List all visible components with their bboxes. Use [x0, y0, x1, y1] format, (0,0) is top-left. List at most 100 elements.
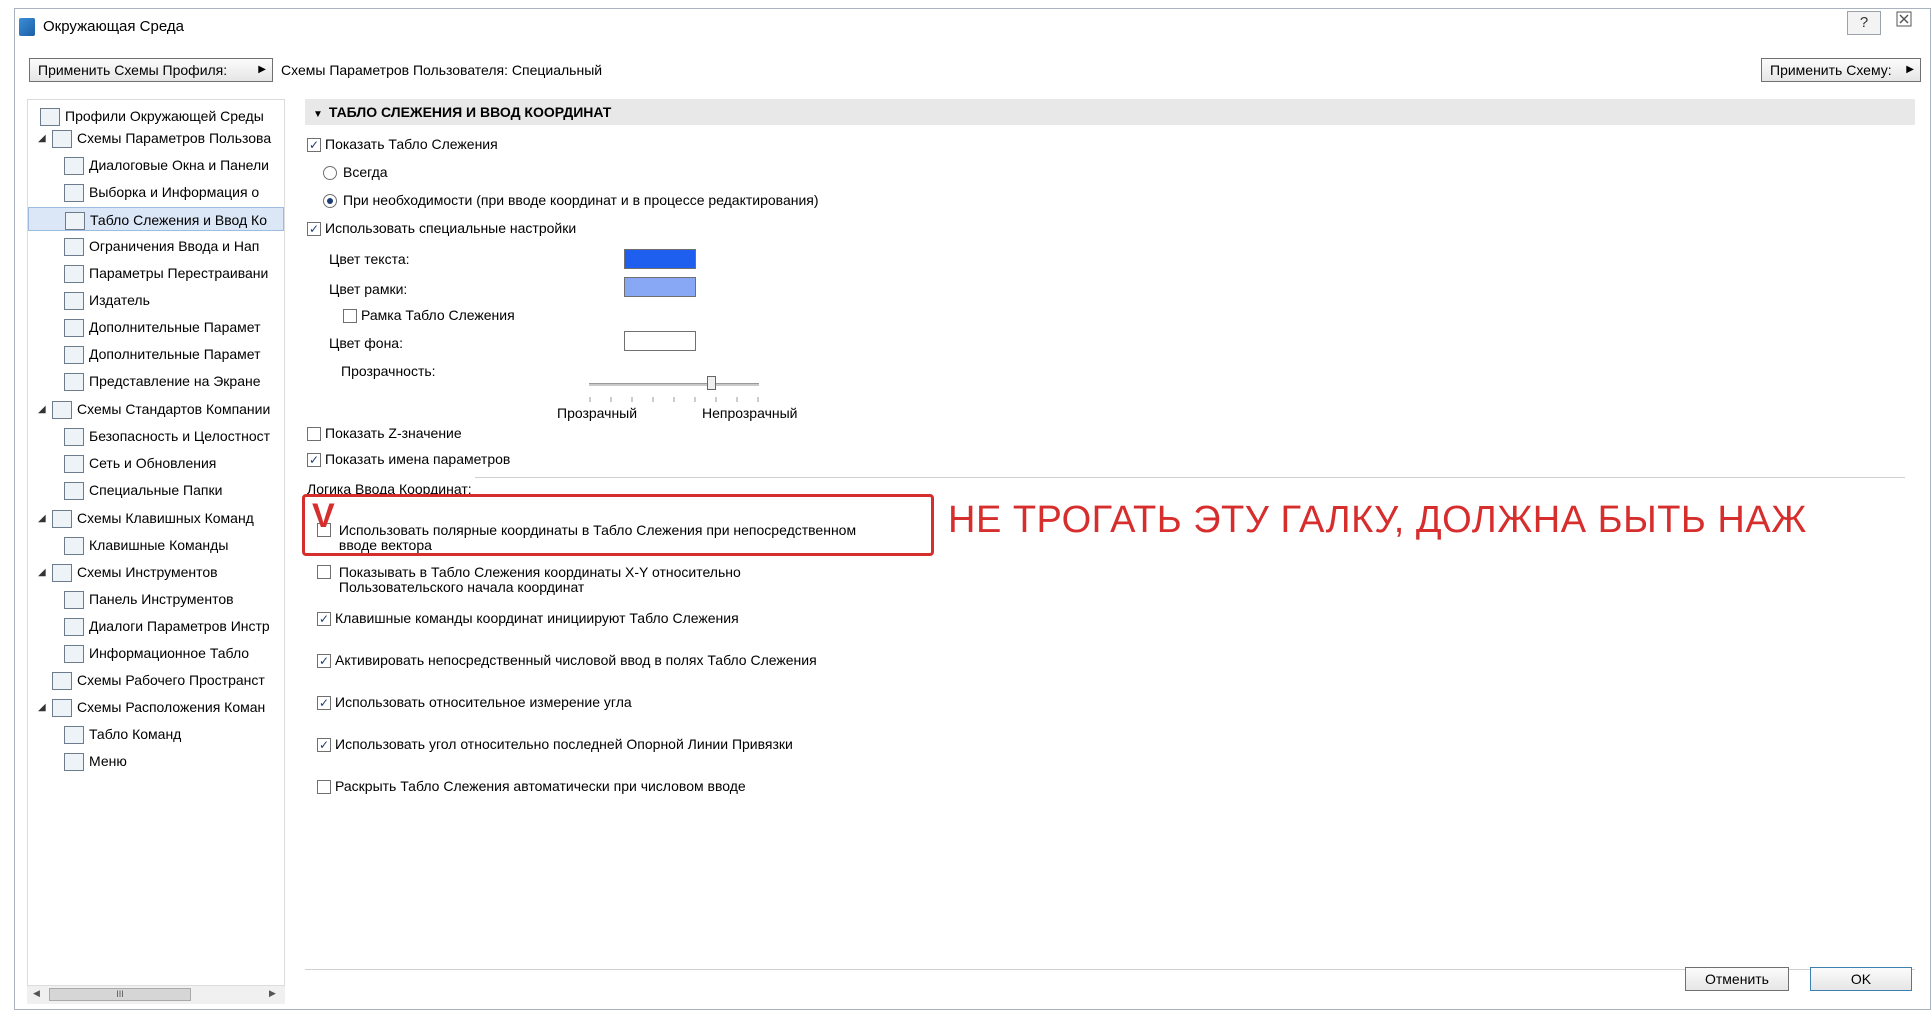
toolbar-icon [64, 591, 84, 610]
tree-item-toolbar[interactable]: Панель Инструментов [64, 587, 234, 611]
shortcut-schemes-icon [52, 510, 72, 529]
dialogs-icon [64, 157, 84, 176]
checkbox-checked[interactable]: ✓ [307, 222, 321, 237]
tree-item-rebuild[interactable]: Параметры Перестраивани [64, 261, 268, 285]
window-title: Окружающая Среда [43, 18, 184, 35]
annotation-box [302, 494, 934, 556]
tree-item-company-schemes[interactable]: Схемы Стандартов Компании [52, 397, 270, 421]
rebuild-icon [64, 265, 84, 284]
checkbox-checked[interactable]: ✓ [317, 738, 331, 753]
tree-item-display[interactable]: Представление на Экране [64, 369, 261, 393]
last-ref-line-option[interactable]: ✓ Использовать угол относительно последне… [317, 736, 793, 753]
scroll-left-icon[interactable]: ◀ [33, 988, 40, 999]
collapse-icon[interactable]: ◢ [38, 567, 46, 578]
apply-profile-label: Применить Схемы Профиля: [38, 62, 228, 78]
tree-item-shortcut-schemes[interactable]: Схемы Клавишных Команд [52, 506, 254, 530]
tree-item-more-options[interactable]: Дополнительные Парамет [64, 315, 261, 339]
tree-item-command-layout[interactable]: Схемы Расположения Коман [52, 695, 265, 719]
checkbox-checked[interactable]: ✓ [317, 654, 331, 669]
more-options-2-icon [64, 346, 84, 365]
tree-item-tool-dialogs[interactable]: Диалоги Параметров Инстр [64, 614, 270, 638]
tree-item-workspace-schemes[interactable]: Схемы Рабочего Пространст [52, 668, 265, 692]
menu-icon [64, 753, 84, 772]
sidebar-scrollbar[interactable]: ◀ III ▶ [27, 985, 285, 1004]
use-custom-option[interactable]: ✓ Использовать специальные настройки [307, 220, 576, 237]
expand-auto-option[interactable]: Раскрыть Табло Слежения автоматически пр… [317, 778, 746, 795]
footer-separator [305, 969, 1915, 970]
keys-init-option[interactable]: ✓ Клавишные команды координат инициируют … [317, 610, 739, 627]
scroll-thumb[interactable]: III [49, 988, 191, 1001]
tree-item-more-options-2[interactable]: Дополнительные Парамет [64, 342, 261, 366]
show-z-option[interactable]: Показать Z-значение [307, 425, 462, 442]
user-schemes-icon [52, 130, 72, 149]
apply-profile-schemes-button[interactable]: Применить Схемы Профиля: ▶ [29, 58, 273, 82]
environment-dialog: Окружающая Среда ? Применить Схемы Профи… [14, 8, 1931, 1010]
logic-separator [475, 477, 1905, 478]
selection-info-icon [64, 184, 84, 203]
text-color-swatch[interactable] [624, 249, 696, 269]
show-param-names-option[interactable]: ✓ Показать имена параметров [307, 451, 510, 468]
frame-color-swatch[interactable] [624, 277, 696, 297]
tree-item-tool-schemes[interactable]: Схемы Инструментов [52, 560, 218, 584]
tree-item-profiles[interactable]: Профили Окружающей Среды [40, 104, 264, 128]
dropdown-arrow-icon: ▶ [1906, 64, 1914, 75]
checkbox-checked[interactable]: ✓ [307, 453, 321, 468]
scroll-right-icon[interactable]: ▶ [269, 988, 276, 999]
collapse-icon[interactable]: ◢ [38, 702, 46, 713]
cancel-button[interactable]: Отменить [1685, 967, 1789, 991]
checkbox-checked[interactable]: ✓ [307, 138, 321, 153]
tree-item-menu[interactable]: Меню [64, 749, 127, 773]
apply-scheme-button[interactable]: Применить Схему: ▶ [1761, 58, 1921, 82]
radio-when-needed[interactable]: При необходимости (при вводе координат и… [323, 192, 819, 209]
radio-always[interactable]: Всегда [323, 164, 388, 181]
collapse-icon[interactable]: ◢ [38, 513, 46, 524]
close-button[interactable] [1887, 11, 1921, 35]
tracker-frame-option[interactable]: Рамка Табло Слежения [343, 307, 515, 324]
collapse-section-icon: ▼ [313, 109, 323, 120]
checkbox-checked[interactable]: ✓ [317, 696, 331, 711]
transparency-slider-track[interactable] [589, 383, 759, 386]
tree-item-security[interactable]: Безопасность и Целостност [64, 424, 270, 448]
tree-item-user-schemes[interactable]: Схемы Параметров Пользова [52, 126, 271, 150]
xy-coords-option[interactable]: Показывать в Табло Слежения координаты X… [317, 565, 741, 595]
display-icon [64, 373, 84, 392]
tree-item-dialogs[interactable]: Диалоговые Окна и Панели [64, 153, 269, 177]
collapse-icon[interactable]: ◢ [38, 133, 46, 144]
bg-color-swatch[interactable] [624, 331, 696, 351]
tree-item-publisher[interactable]: Издатель [64, 288, 150, 312]
checkbox-unchecked[interactable] [317, 565, 331, 579]
radio-off[interactable] [323, 166, 337, 181]
relative-angle-option[interactable]: ✓ Использовать относительное измерение уг… [317, 694, 632, 711]
radio-on[interactable] [323, 194, 337, 209]
tree-item-info-box[interactable]: Информационное Табло [64, 641, 249, 665]
checkbox-unchecked[interactable] [343, 309, 357, 324]
collapse-icon[interactable]: ◢ [38, 404, 46, 415]
tree-item-network[interactable]: Сеть и Обновления [64, 451, 216, 475]
settings-tree: Профили Окружающей Среды ◢ Схемы Парамет… [27, 99, 285, 992]
tree-item-command-box[interactable]: Табло Команд [64, 722, 181, 746]
transparency-slider-thumb[interactable] [707, 376, 717, 390]
tree-item-folders[interactable]: Специальные Папки [64, 478, 222, 502]
annotation-text: НЕ ТРОГАТЬ ЭТУ ГАЛКУ, ДОЛЖНА БЫТЬ НАЖ [948, 499, 1807, 541]
section-header[interactable]: ▼ ТАБЛО СЛЕЖЕНИЯ И ВВОД КООРДИНАТ [305, 99, 1915, 125]
security-icon [64, 428, 84, 447]
apply-scheme-label: Применить Схему: [1770, 62, 1892, 78]
tree-item-input-constraints[interactable]: Ограничения Ввода и Нап [64, 234, 259, 258]
more-options-icon [64, 319, 84, 338]
profiles-icon [40, 108, 60, 127]
bg-color-label: Цвет фона: [329, 335, 403, 351]
tree-item-tracker[interactable]: Табло Слежения и Ввод Ко [28, 207, 284, 231]
close-icon [1896, 11, 1912, 27]
tree-item-shortcuts[interactable]: Клавишные Команды [64, 533, 228, 557]
direct-input-option[interactable]: ✓ Активировать непосредственный числовой … [317, 652, 817, 669]
ok-button[interactable]: OK [1810, 967, 1912, 991]
help-button[interactable]: ? [1847, 11, 1881, 35]
show-tracker-option[interactable]: ✓ Показать Табло Слежения [307, 136, 498, 153]
folders-icon [64, 482, 84, 501]
checkbox-checked[interactable]: ✓ [317, 612, 331, 627]
checkbox-unchecked[interactable] [307, 427, 321, 442]
shortcuts-icon [64, 537, 84, 556]
tree-item-selection-info[interactable]: Выборка и Информация о [64, 180, 259, 204]
text-color-label: Цвет текста: [329, 251, 410, 267]
checkbox-unchecked[interactable] [317, 780, 331, 795]
